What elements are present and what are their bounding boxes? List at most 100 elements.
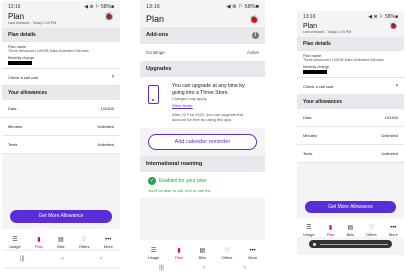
nav-offers[interactable]: ♡ Offers bbox=[79, 237, 90, 249]
roaming-enabled: ✓ Enabled for your plan bbox=[148, 177, 257, 185]
nav-usage[interactable]: ☰ Usage bbox=[148, 248, 160, 260]
nav-offers[interactable]: ♡ Offers bbox=[366, 225, 377, 237]
plan-name-value: Three Advanced 100GB Data Unlimited Minu… bbox=[8, 49, 89, 53]
usage-icon: ☰ bbox=[12, 237, 18, 243]
redacted-charge bbox=[303, 70, 327, 74]
page-title: Plan bbox=[8, 12, 25, 21]
nav-label: Plan bbox=[34, 244, 43, 249]
nav-bills[interactable]: ▤ Bills bbox=[347, 225, 354, 237]
bug-icon[interactable]: 🐞 bbox=[104, 12, 114, 21]
nav-usage[interactable]: ☰ Usage bbox=[303, 225, 315, 237]
more-icon: ••• bbox=[105, 237, 112, 243]
usage-icon: ☰ bbox=[306, 225, 312, 231]
upgrade-after-text: After 22 Feb 2022, you can upgrade this … bbox=[172, 112, 244, 122]
check-call-cost-label: Check a call cost bbox=[303, 83, 334, 89]
recents-button[interactable]: ||| bbox=[159, 265, 164, 271]
phone-icon bbox=[148, 85, 159, 104]
allowance-value: 102400 bbox=[384, 115, 398, 120]
media-slider[interactable] bbox=[309, 240, 392, 248]
recents-button[interactable]: ||| bbox=[20, 256, 25, 262]
addon-name: Go Binge bbox=[146, 50, 165, 55]
home-button[interactable]: ○ bbox=[202, 265, 206, 271]
offers-icon: ♡ bbox=[81, 237, 87, 243]
top-bar: Plan 🐞 bbox=[297, 22, 404, 31]
allowance-row: Minutes Unlimited bbox=[297, 127, 404, 145]
bills-icon: ▤ bbox=[199, 248, 206, 254]
bottom-nav: ☰ Usage ▮ Plan ▤ Bills ♡ Offers ••• More bbox=[297, 219, 404, 237]
system-nav: ||| ○ ‹ bbox=[2, 251, 120, 267]
upgrades-heading: Upgrades bbox=[140, 61, 265, 77]
get-more-allowance-button[interactable]: Get More Allowance bbox=[10, 210, 112, 223]
nav-more[interactable]: ••• More bbox=[104, 237, 113, 249]
home-button[interactable]: ○ bbox=[61, 256, 65, 262]
monthly-charge-label: Monthly charge bbox=[8, 56, 34, 60]
allowance-value: Unlimited bbox=[97, 142, 114, 147]
usage-icon: ☰ bbox=[150, 248, 157, 254]
nav-label: Plan bbox=[326, 232, 335, 237]
check-icon: ✓ bbox=[148, 177, 156, 185]
allowance-label: Minutes bbox=[8, 124, 23, 129]
allowance-value: Unlimited bbox=[381, 151, 398, 156]
phone-screen-3: 13:16 ◀ ⊗ ⚐ 58%■ Plan 🐞 Last checked - T… bbox=[297, 11, 404, 255]
top-bar: Plan 🐞 bbox=[2, 12, 120, 21]
status-icons: ◀ ⊗ ⚐ 58%■ bbox=[368, 13, 398, 20]
nav-bills[interactable]: ▤ Bills bbox=[57, 237, 64, 249]
slider-knob[interactable] bbox=[313, 242, 316, 246]
nav-more[interactable]: ••• More bbox=[248, 248, 257, 260]
nav-offers[interactable]: ♡ Offers bbox=[222, 248, 233, 260]
chevron-right-icon: › bbox=[396, 83, 398, 89]
nav-bills[interactable]: ▤ Bills bbox=[199, 248, 206, 260]
addon-row: Go Binge Active bbox=[140, 44, 265, 61]
allowance-row: Data 102400 bbox=[297, 109, 404, 127]
upgrade-text: You can upgrade at any time by going int… bbox=[172, 83, 245, 96]
slider-track bbox=[320, 243, 388, 245]
check-call-cost-row[interactable]: Check a call cost › bbox=[297, 78, 404, 95]
last-checked: Last checked - Today 1:19 PM bbox=[303, 30, 352, 34]
nav-more[interactable]: ••• More bbox=[389, 225, 398, 237]
more-icon: ••• bbox=[390, 225, 397, 231]
roaming-heading: International roaming bbox=[140, 156, 265, 172]
status-time: 13:16 bbox=[146, 4, 160, 10]
plan-icon: ▮ bbox=[37, 237, 41, 243]
allowance-label: Texts bbox=[303, 151, 313, 156]
check-call-cost-label: Check a call cost bbox=[8, 74, 39, 80]
upgrade-charges: Charges may apply. bbox=[172, 96, 208, 101]
status-icons: ◀ ⊗ ⚐ 58%■ bbox=[226, 4, 259, 10]
add-calendar-reminder-button[interactable]: Add calender reminder bbox=[148, 134, 257, 150]
bug-icon[interactable]: 🐞 bbox=[249, 15, 259, 24]
info-icon[interactable]: i bbox=[252, 32, 259, 39]
back-button[interactable]: ‹ bbox=[100, 256, 102, 262]
get-more-allowance-button[interactable]: Get More Allowance bbox=[305, 201, 396, 213]
back-button[interactable]: ‹ bbox=[244, 265, 246, 271]
nav-label: Offers bbox=[365, 232, 377, 237]
check-call-cost-row[interactable]: Check a call cost › bbox=[2, 69, 120, 86]
offers-icon: ♡ bbox=[224, 248, 230, 254]
more-icon: ••• bbox=[249, 248, 256, 254]
nav-label: More bbox=[103, 244, 113, 249]
allowance-value: Unlimited bbox=[97, 124, 114, 129]
allowance-label: Data bbox=[8, 106, 17, 111]
store-finder-link[interactable]: Store finder bbox=[172, 103, 257, 108]
nav-usage[interactable]: ☰ Usage bbox=[9, 237, 21, 249]
allowance-label: Data bbox=[303, 115, 312, 120]
roaming-card: ✓ Enabled for your plan You'll be able t… bbox=[140, 172, 265, 198]
plan-details-heading: Plan details bbox=[2, 28, 120, 42]
plan-name-card: Plan name Three Advanced 100GB Data Unli… bbox=[2, 42, 120, 69]
redacted-charge bbox=[8, 61, 32, 65]
enabled-text: Enabled for your plan bbox=[159, 178, 207, 184]
phone-screen-2: 13:16 ◀ ⊗ ⚐ 58%■ Plan 🐞 Add-ons i Go Bin… bbox=[140, 0, 265, 276]
nav-plan[interactable]: ▮ Plan bbox=[35, 237, 43, 249]
page-title: Plan bbox=[303, 22, 318, 30]
monthly-charge-label: Monthly charge bbox=[303, 65, 329, 69]
plan-icon: ▮ bbox=[328, 225, 333, 231]
allowance-row: Minutes Unlimited bbox=[2, 118, 120, 136]
phone-screen-1: 13:16 ◀ ⊗ ⚐ 58%■ Plan 🐞 Last checked - T… bbox=[2, 1, 120, 269]
nav-plan[interactable]: ▮ Plan bbox=[175, 248, 183, 260]
status-time: 13:16 bbox=[8, 3, 21, 10]
nav-plan[interactable]: ▮ Plan bbox=[327, 225, 335, 237]
status-bar: 13:16 ◀ ⊗ ⚐ 58%■ bbox=[140, 0, 265, 14]
allowances-heading: Your allowances bbox=[297, 95, 404, 109]
bug-icon[interactable]: 🐞 bbox=[389, 22, 398, 30]
bills-icon: ▤ bbox=[347, 225, 354, 231]
last-checked: Last checked - Today 1:19 PM bbox=[8, 21, 57, 25]
